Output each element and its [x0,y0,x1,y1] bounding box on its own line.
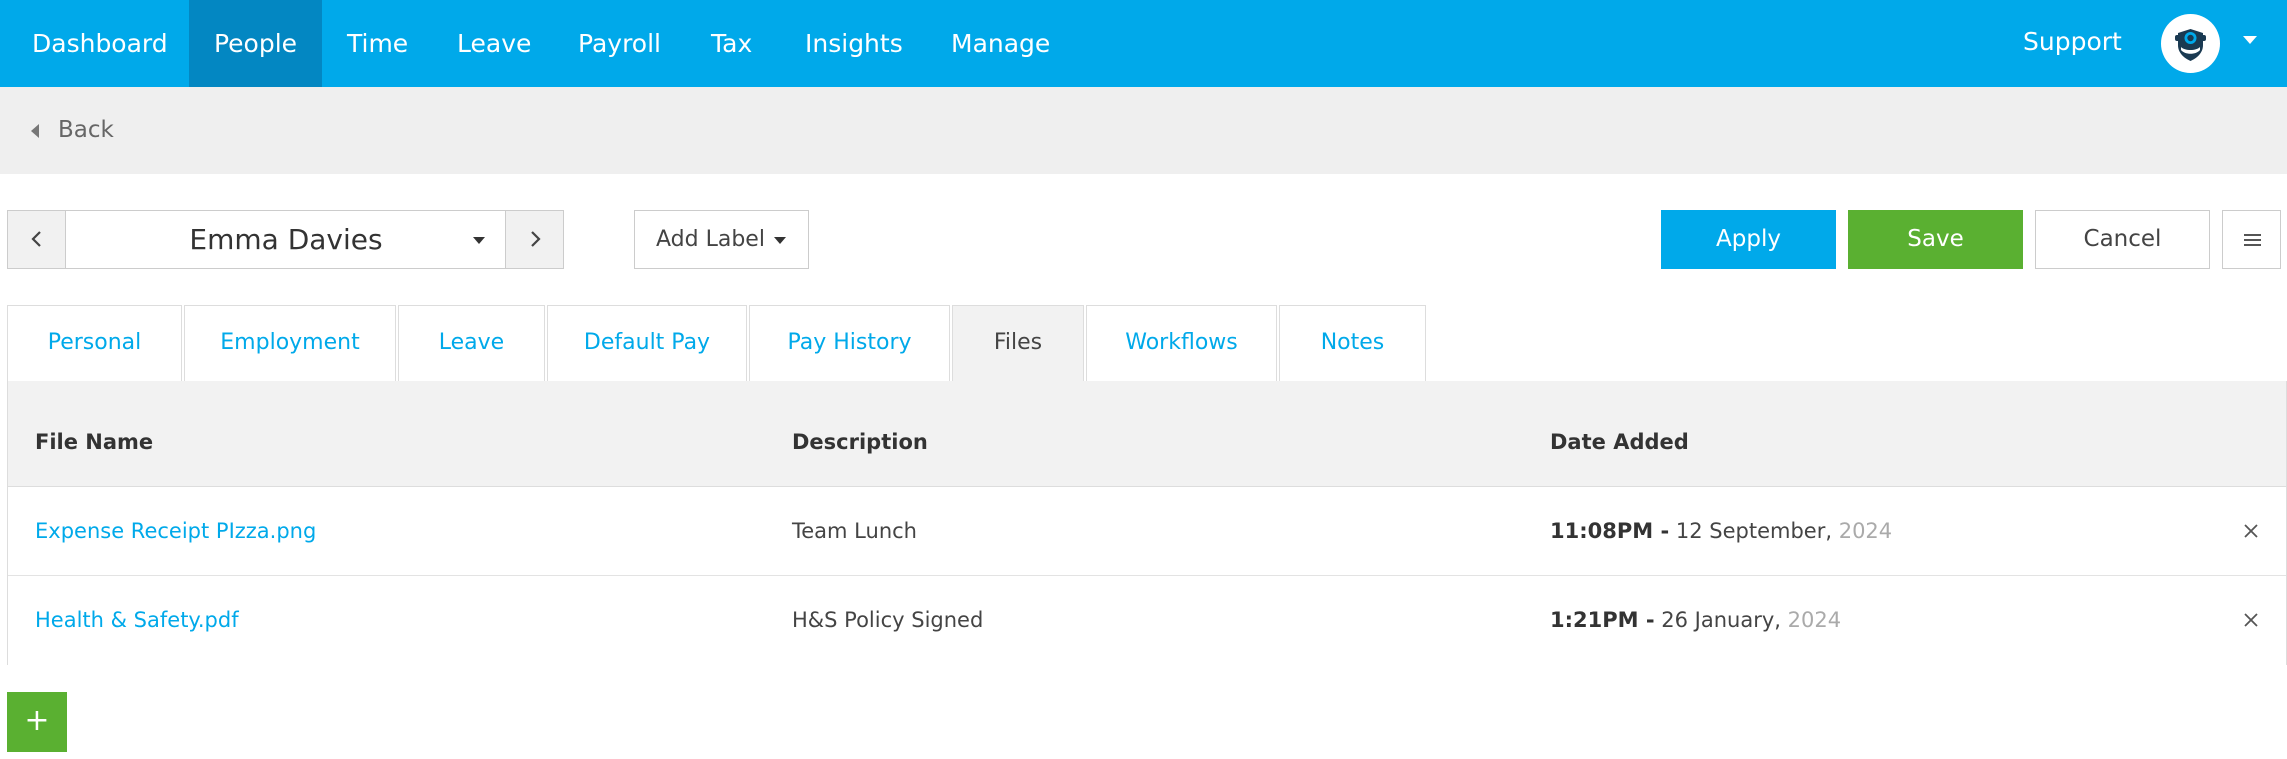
file-link[interactable]: Health & Safety.pdf [35,576,239,664]
date-time: 1:21PM - [1550,608,1655,632]
back-bar: Back [0,87,2287,174]
file-description: H&S Policy Signed [792,608,984,632]
top-navigation: Dashboard People Time Leave Payroll Tax … [0,0,2287,87]
caret-down-icon [774,237,786,244]
add-file-button[interactable]: + [7,692,67,752]
chevron-left-icon [31,231,41,247]
add-label-dropdown[interactable]: Add Label [634,210,809,269]
nav-tax[interactable]: Tax [711,0,752,87]
back-label: Back [58,117,114,143]
files-table: File Name Description Date Added Expense… [7,381,2287,665]
tab-workflows[interactable]: Workflows [1086,305,1277,381]
date-day: 26 January, [1661,608,1781,632]
tab-leave[interactable]: Leave [398,305,545,381]
date-time: 11:08PM - [1550,519,1670,543]
file-link[interactable]: Expense Receipt PIzza.png [35,487,316,575]
tab-pay-history[interactable]: Pay History [749,305,950,381]
file-description: Team Lunch [792,519,917,543]
next-employee-button[interactable] [505,211,563,268]
save-button[interactable]: Save [1848,210,2023,269]
date-year: 2024 [1838,519,1893,543]
hamburger-menu-icon [2244,234,2261,246]
table-row: Expense Receipt PIzza.png Team Lunch 11:… [8,487,2286,576]
tab-notes[interactable]: Notes [1279,305,1426,381]
more-menu-button[interactable] [2222,210,2281,269]
employee-name-dropdown[interactable]: Emma Davies [66,211,506,268]
close-icon[interactable] [2241,521,2261,541]
tab-files[interactable]: Files [952,305,1084,383]
chevron-right-icon [531,231,541,247]
nav-support[interactable]: Support [2023,0,2122,84]
tab-default-pay[interactable]: Default Pay [547,305,747,381]
apply-button[interactable]: Apply [1661,210,1836,269]
back-link[interactable]: Back [31,87,114,174]
nav-dashboard[interactable]: Dashboard [0,0,200,87]
avatar[interactable] [2161,14,2220,73]
close-icon[interactable] [2241,610,2261,630]
tab-employment[interactable]: Employment [184,305,396,381]
tab-personal[interactable]: Personal [7,305,182,381]
nav-leave[interactable]: Leave [457,0,531,87]
file-date-added: 1:21PM - 26 January, 2024 [1550,576,1841,664]
nav-people[interactable]: People [189,0,322,87]
user-shield-icon [2175,29,2206,61]
add-label-text: Add Label [656,227,765,252]
table-header: File Name Description Date Added [8,381,2286,487]
caret-down-icon [473,237,485,244]
nav-time[interactable]: Time [347,0,408,87]
employee-selector: Emma Davies [7,210,564,269]
date-year: 2024 [1787,608,1842,632]
column-header-description: Description [792,430,928,454]
nav-manage[interactable]: Manage [951,0,1050,87]
table-row: Health & Safety.pdf H&S Policy Signed 1:… [8,576,2286,665]
column-header-file-name: File Name [35,430,154,454]
file-date-added: 11:08PM - 12 September, 2024 [1550,487,1892,575]
nav-payroll[interactable]: Payroll [578,0,661,87]
date-day: 12 September, [1675,519,1833,543]
caret-left-icon [31,124,39,138]
nav-insights[interactable]: Insights [805,0,903,87]
chevron-down-icon[interactable] [2243,36,2257,44]
column-header-date-added: Date Added [1550,430,1689,454]
previous-employee-button[interactable] [8,211,66,268]
cancel-button[interactable]: Cancel [2035,210,2210,269]
